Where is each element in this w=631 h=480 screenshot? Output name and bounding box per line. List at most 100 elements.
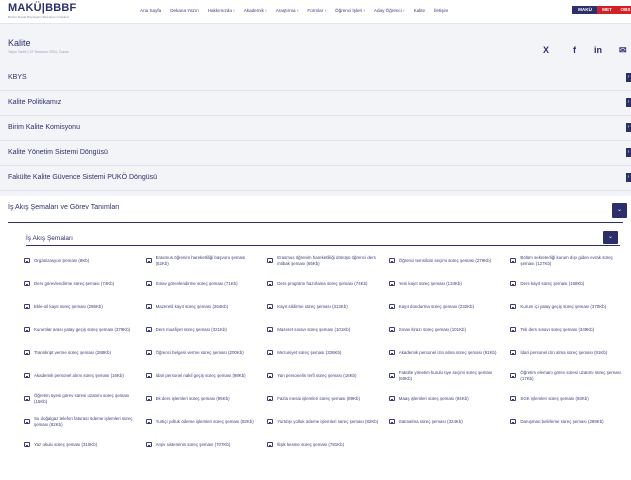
file-link[interactable]: Yan personelin terfi süreç şeması (16Kb) bbox=[263, 364, 379, 387]
file-link[interactable]: Mezuniyet süreç şeması (336Kb) bbox=[263, 341, 379, 364]
file-link-label: Öğrenci belgesi verme süreç şeması (200K… bbox=[155, 349, 244, 355]
main-nav: Ana Sayfa Dekana Yazın Hakkımızda › Akad… bbox=[140, 7, 457, 15]
file-link[interactable]: İdari personel izin alma süreç şeması (9… bbox=[506, 341, 622, 364]
file-link[interactable]: Sınav itirazı süreç şeması (101Kb) bbox=[385, 318, 501, 341]
document-icon bbox=[145, 396, 152, 401]
file-link[interactable]: Akademik personel izin alma süreç şeması… bbox=[385, 341, 501, 364]
file-link[interactable]: Kurum içi yatay geçiş süreç şeması (370K… bbox=[506, 295, 622, 318]
nav-contact[interactable]: İletişim bbox=[434, 7, 448, 15]
file-link[interactable]: Ders görevlendirme süreç şeması (74Kb) bbox=[20, 272, 136, 295]
document-icon bbox=[267, 442, 274, 447]
file-link-label: Öğretim elemanı görev süresi uzatımı sür… bbox=[520, 369, 621, 381]
file-link[interactable]: Arşiv sisteminin süreç şeması (707Kb) bbox=[142, 433, 258, 456]
site-logo[interactable]: MAKÜ|BBBF Burdur Bucak Büyükşehir Beledi… bbox=[8, 3, 76, 20]
document-icon bbox=[24, 281, 30, 286]
file-link[interactable]: Kurumlar arası yatay geçiş süreç şeması … bbox=[20, 318, 136, 341]
file-link[interactable]: Kayıt sildirme süreç şeması (313Kb) bbox=[263, 295, 379, 318]
nav-about[interactable]: Hakkımızda › bbox=[208, 7, 235, 15]
linkedin-share-icon[interactable]: in bbox=[594, 45, 602, 55]
nav-academic[interactable]: Akademik › bbox=[244, 7, 267, 15]
document-icon bbox=[267, 327, 274, 332]
file-link-label: Fakülte yönetim kurulu üye seçimi süreç … bbox=[398, 369, 493, 381]
file-link[interactable]: SGK işlemleri süreç şeması (93Kb) bbox=[506, 387, 622, 410]
maku-badge[interactable]: MAKÜ bbox=[572, 6, 598, 14]
file-link[interactable]: Akademik personel alımı süreç şeması (16… bbox=[20, 364, 136, 387]
file-link-label: Mezuniyet süreç şeması (336Kb) bbox=[277, 349, 342, 355]
file-link[interactable]: Mazeretli kayıt süreç şeması (264Kb) bbox=[142, 295, 258, 318]
nav-forms[interactable]: Formlar › bbox=[307, 7, 326, 15]
file-link-label: Kayıt sildirme süreç şeması (313Kb) bbox=[277, 303, 348, 309]
nav-research[interactable]: Araştırma › bbox=[276, 7, 299, 15]
chevron-right-icon: › bbox=[626, 98, 631, 107]
sub-divider bbox=[26, 245, 620, 246]
sub-collapse-button[interactable]: ⌄ bbox=[603, 231, 618, 244]
nav-home[interactable]: Ana Sayfa bbox=[140, 7, 161, 15]
accordion-qms-cycle[interactable]: Kalite Yönetim Sistemi Döngüsü › bbox=[0, 141, 631, 166]
panel-collapse-button[interactable]: ⌄ bbox=[612, 203, 627, 218]
file-link[interactable]: Ders programı hazırlama süreç şeması (74… bbox=[263, 272, 379, 295]
nav-candidate-student[interactable]: Aday Öğrenci › bbox=[374, 7, 405, 15]
file-link[interactable]: Organizasyon Şeması (8Kb) bbox=[20, 249, 136, 272]
file-link[interactable]: Bölüm sekreterliği kurum dışı giden evra… bbox=[506, 249, 622, 272]
file-link[interactable]: Maaş işlemleri süreç şeması (84Kb) bbox=[385, 387, 501, 410]
file-link[interactable]: İdari personel nakil geçiş süreç şeması … bbox=[142, 364, 258, 387]
file-link-label: Mazeret sınavı süreç şeması (101Kb) bbox=[277, 326, 351, 332]
panel-title[interactable]: İş Akış Şemaları ve Görev Tanımları bbox=[8, 204, 120, 211]
file-link-label: Yeni kayıt süreç şeması (134Kb) bbox=[398, 280, 462, 286]
file-link[interactable]: Öğretim üyesi görev süresi uzatımı süreç… bbox=[20, 387, 136, 410]
file-link[interactable]: Fakülte yönetim kurulu üye seçimi süreç … bbox=[385, 364, 501, 387]
document-icon bbox=[510, 258, 517, 263]
file-link[interactable]: Ders muafiyet süreç şeması (321Kb) bbox=[142, 318, 258, 341]
nav-student-affairs[interactable]: Öğrenci İşleri › bbox=[335, 7, 365, 15]
obs-badge[interactable]: OBS bbox=[616, 6, 631, 14]
file-link[interactable]: Yeni kayıt süreç şeması (134Kb) bbox=[385, 272, 501, 295]
file-link[interactable]: Tek ders sınavı süreç şeması (349Kb) bbox=[506, 318, 622, 341]
sub-accordion-title[interactable]: İş Akış Şemaları bbox=[26, 235, 73, 242]
file-link[interactable]: Ders kayıt süreç şeması (168Kb) bbox=[506, 272, 622, 295]
file-link-label: Su doğalgaz telefon faturası ödeme işlem… bbox=[34, 415, 133, 427]
file-link[interactable]: Sınav görevlendirme süreç şeması (71Kb) bbox=[142, 272, 258, 295]
file-link[interactable]: Transkript verme süreç şeması (288Kb) bbox=[20, 341, 136, 364]
file-link-label: Ek ders işlemleri süreç şeması (95Kb) bbox=[155, 395, 230, 401]
file-link[interactable]: Öğretim elemanı görev süresi uzatımı sür… bbox=[506, 364, 622, 387]
document-icon bbox=[145, 373, 152, 378]
file-link-label: Ders görevlendirme süreç şeması (74Kb) bbox=[34, 280, 115, 286]
file-link[interactable]: Yurtdışı yolluk ödeme işlemleri süreç şe… bbox=[263, 410, 379, 433]
file-link[interactable]: Ekle-sil kayıt süreç şeması (286Kb) bbox=[20, 295, 136, 318]
file-link[interactable]: Öğrenci temsilcisi seçimi süreç şeması (… bbox=[385, 249, 501, 272]
file-link-label: Kayıt dondurma süreç şeması (232Kb) bbox=[398, 303, 474, 309]
nav-quality[interactable]: Kalite bbox=[414, 7, 426, 15]
file-link-label: İlişik kesme süreç şeması (781Kb) bbox=[277, 441, 345, 447]
facebook-share-icon[interactable]: f bbox=[573, 45, 576, 55]
file-link[interactable]: Erasmus öğrenim hareketliliği başvuru şe… bbox=[142, 249, 258, 272]
file-link-label: Ders kayıt süreç şeması (168Kb) bbox=[520, 280, 585, 286]
accordion-quality-commission[interactable]: Birim Kalite Komisyonu › bbox=[0, 116, 631, 141]
file-link[interactable]: Yaz okulu süreç şeması (310Kb) bbox=[20, 433, 136, 456]
file-link-label: Yan personelin terfi süreç şeması (16Kb) bbox=[277, 372, 357, 378]
file-link[interactable]: Su doğalgaz telefon faturası ödeme işlem… bbox=[20, 410, 136, 433]
accordion-kbys[interactable]: KBYS › bbox=[0, 66, 631, 91]
file-link[interactable]: Kayıt dondurma süreç şeması (232Kb) bbox=[385, 295, 501, 318]
file-link[interactable]: Erasmus öğrenim hareketliliği dönüşü öğr… bbox=[263, 249, 379, 272]
mail-share-icon[interactable]: ✉ bbox=[619, 45, 627, 55]
file-link[interactable]: Öğrenci belgesi verme süreç şeması (200K… bbox=[142, 341, 258, 364]
document-icon bbox=[267, 281, 274, 286]
file-link[interactable]: Danışman belirleme süreç şeması (289Kb) bbox=[506, 410, 622, 433]
accordion-puko-cycle[interactable]: Fakülte Kalite Güvence Sistemi PUKÖ Döng… bbox=[0, 166, 631, 191]
file-link[interactable]: İlişik kesme süreç şeması (781Kb) bbox=[263, 433, 379, 456]
file-link[interactable]: Mazeret sınavı süreç şeması (101Kb) bbox=[263, 318, 379, 341]
document-icon bbox=[145, 419, 152, 424]
logo-subtitle: Burdur Bucak Büyükşehir Belediyesi Fakül… bbox=[8, 15, 70, 19]
file-link-label: Ekle-sil kayıt süreç şeması (286Kb) bbox=[34, 303, 103, 309]
file-link[interactable]: Satınalma süreç şeması (324Kb) bbox=[385, 410, 501, 433]
nav-write-dean[interactable]: Dekana Yazın bbox=[170, 7, 198, 15]
top-navigation-bar: MAKÜ|BBBF Burdur Bucak Büyükşehir Beledi… bbox=[0, 0, 631, 24]
accordion-quality-policy[interactable]: Kalite Politikamız › bbox=[0, 91, 631, 116]
document-icon bbox=[145, 281, 152, 286]
file-link[interactable]: Ek ders işlemleri süreç şeması (95Kb) bbox=[142, 387, 258, 410]
document-icon bbox=[24, 327, 30, 332]
file-link[interactable]: Yurtiçi yolluk ödeme işlemleri süreç şem… bbox=[142, 410, 258, 433]
file-link[interactable]: Fazla mesai işlemleri süreç şeması (89Kb… bbox=[263, 387, 379, 410]
x-share-icon[interactable]: X bbox=[543, 45, 549, 55]
met-badge[interactable]: MET bbox=[597, 6, 617, 14]
